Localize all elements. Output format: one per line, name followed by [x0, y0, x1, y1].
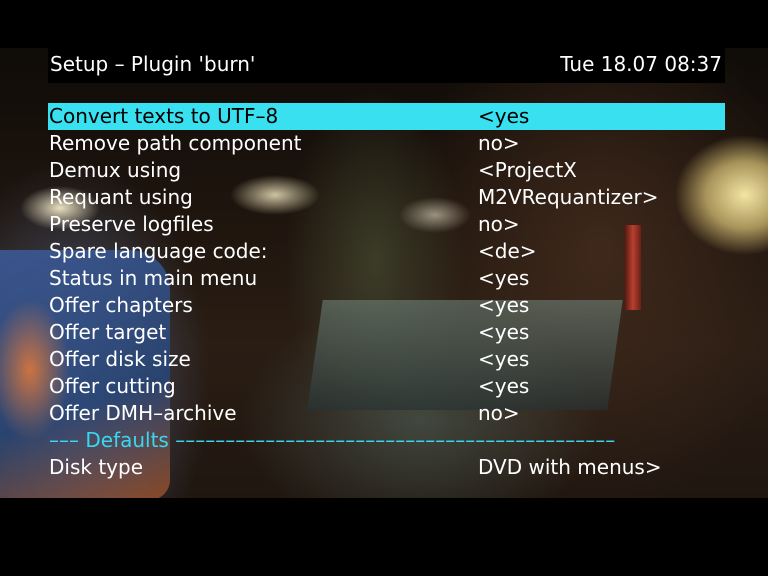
menu-item-label: Offer cutting: [49, 374, 176, 398]
separator-label: ––– Defaults –––––––––––––––––––––––––––…: [49, 428, 616, 452]
osd-button-bar: [48, 498, 725, 534]
menu-item-value: DVD with menus>: [478, 455, 662, 479]
menu-item-value: <yes: [478, 293, 530, 317]
menu-item-label: Offer disk size: [49, 347, 191, 371]
menu-item-label: Spare language code:: [49, 239, 268, 263]
menu-item-offer-dmh-archive[interactable]: Offer DMH–archive no>: [48, 400, 725, 427]
menu-item-value: no>: [478, 131, 520, 155]
menu-item-value: <ProjectX: [478, 158, 577, 182]
menu-item-requant[interactable]: Requant using M2VRequantizer>: [48, 184, 725, 211]
menu-item-disk-type[interactable]: Disk type DVD with menus>: [48, 454, 725, 481]
menu-item-status-main-menu[interactable]: Status in main menu <yes: [48, 265, 725, 292]
menu-item-value: <yes: [478, 347, 530, 371]
letterbox-top: [0, 0, 768, 48]
menu-item-remove-path[interactable]: Remove path component no>: [48, 130, 725, 157]
menu-item-label: Demux using: [49, 158, 182, 182]
page-title: Setup – Plugin 'burn': [50, 52, 256, 76]
menu-item-offer-disk-size[interactable]: Offer disk size <yes: [48, 346, 725, 373]
menu-item-offer-chapters[interactable]: Offer chapters <yes: [48, 292, 725, 319]
tv-screen: Setup – Plugin 'burn' Tue 18.07 08:37 Co…: [0, 0, 768, 576]
menu-item-label: Offer chapters: [49, 293, 193, 317]
menu-item-label: Preserve logfiles: [49, 212, 214, 236]
menu-item-label: Status in main menu: [49, 266, 258, 290]
menu-item-value: <yes: [478, 104, 530, 128]
menu-item-value: no>: [478, 212, 520, 236]
menu-item-value: <yes: [478, 266, 530, 290]
setup-menu: Convert texts to UTF–8 <yes Remove path …: [48, 103, 725, 481]
defaults-separator: ––– Defaults –––––––––––––––––––––––––––…: [48, 427, 725, 454]
menu-item-spare-language[interactable]: Spare language code: <de>: [48, 238, 725, 265]
menu-item-convert-utf8[interactable]: Convert texts to UTF–8 <yes: [48, 103, 725, 130]
menu-item-offer-cutting[interactable]: Offer cutting <yes: [48, 373, 725, 400]
menu-item-label: Offer DMH–archive: [49, 401, 237, 425]
menu-item-label: Remove path component: [49, 131, 302, 155]
menu-item-value: <yes: [478, 374, 530, 398]
menu-item-label: Disk type: [49, 455, 143, 479]
menu-item-label: Offer target: [49, 320, 167, 344]
menu-item-preserve-logfiles[interactable]: Preserve logfiles no>: [48, 211, 725, 238]
clock: Tue 18.07 08:37: [560, 52, 722, 76]
menu-item-value: M2VRequantizer>: [478, 185, 659, 209]
menu-item-label: Requant using: [49, 185, 193, 209]
menu-item-label: Convert texts to UTF–8: [49, 104, 279, 128]
menu-item-value: <yes: [478, 320, 530, 344]
menu-item-demux[interactable]: Demux using <ProjectX: [48, 157, 725, 184]
menu-item-value: no>: [478, 401, 520, 425]
menu-item-value: <de>: [478, 239, 537, 263]
menu-item-offer-target[interactable]: Offer target <yes: [48, 319, 725, 346]
